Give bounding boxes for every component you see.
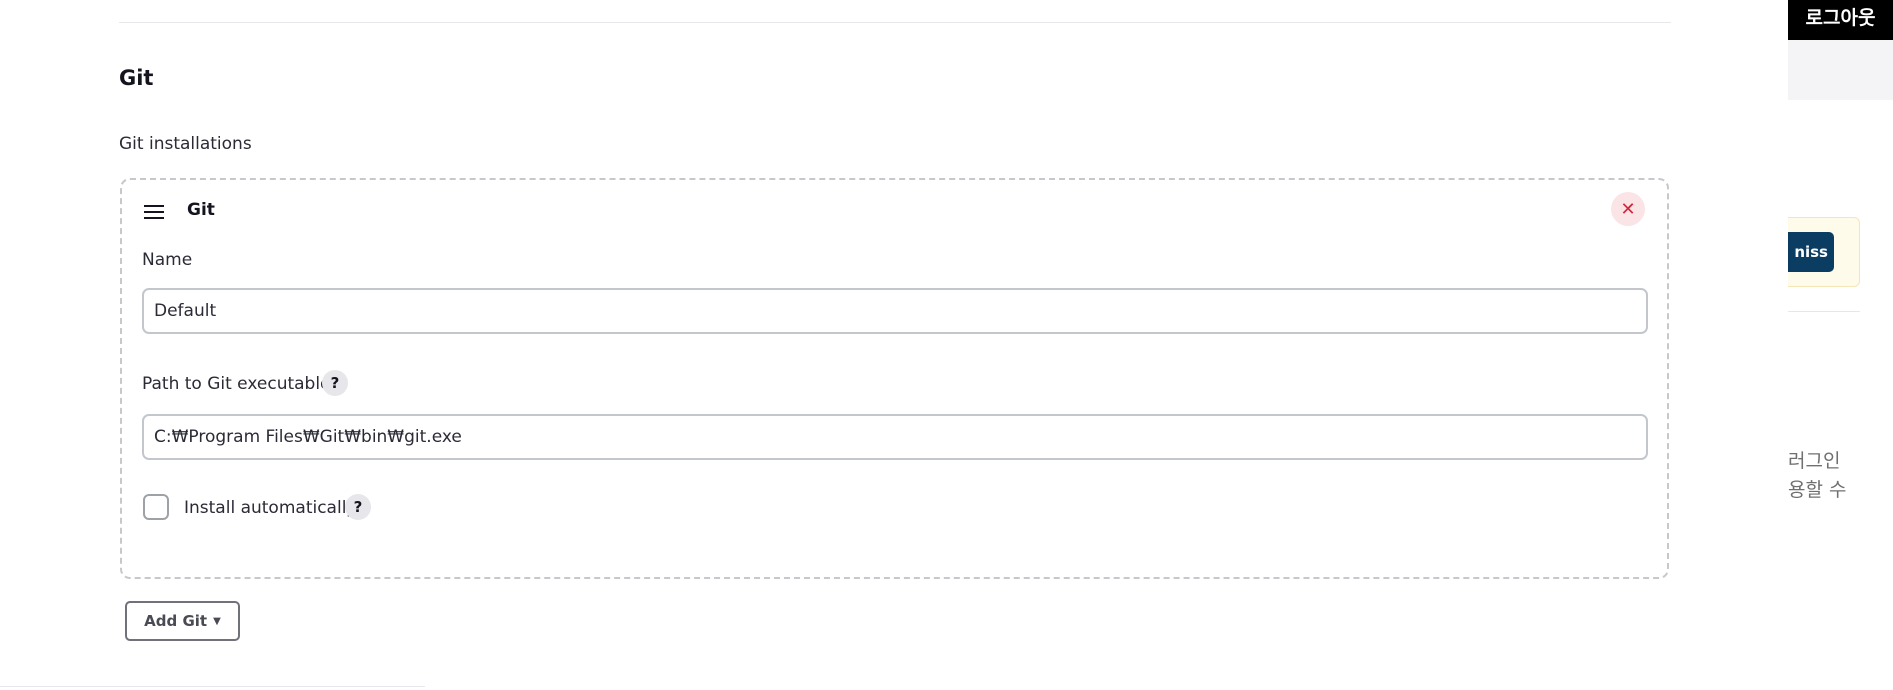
add-git-label: Add Git (144, 612, 208, 630)
name-label: Name (142, 250, 193, 270)
plugin-notice-text: 러그인 용할 수 (1788, 447, 1893, 505)
dismiss-label: niss (1794, 243, 1828, 261)
divider (0, 686, 425, 687)
dismiss-button[interactable]: niss (1788, 232, 1834, 272)
delete-installation-button[interactable]: ✕ (1611, 192, 1645, 226)
add-git-button[interactable]: Add Git ▼ (125, 601, 240, 641)
path-label: Path to Git executable (142, 374, 331, 394)
divider (1788, 311, 1860, 312)
installation-title: Git (187, 200, 215, 220)
path-input[interactable] (142, 414, 1648, 460)
install-automatically-checkbox[interactable] (143, 494, 169, 520)
divider (119, 22, 1671, 23)
name-input[interactable] (142, 288, 1648, 334)
section-title: Git (119, 66, 154, 90)
hamburger-icon[interactable] (144, 205, 164, 219)
section-subtitle: Git installations (119, 134, 252, 154)
question-icon[interactable]: ? (322, 370, 348, 396)
header-band (1788, 40, 1893, 100)
logout-button[interactable]: 로그아웃 (1788, 0, 1893, 40)
tool-configuration-page: Git Git installations Git ✕ Name Path to… (0, 0, 1893, 690)
close-icon: ✕ (1620, 198, 1636, 220)
plugin-text-line: 러그인 (1788, 450, 1841, 472)
caret-down-icon: ▼ (213, 615, 221, 627)
git-installation-card: Git ✕ Name Path to Git executable ? Inst… (120, 178, 1669, 579)
plugin-text-line: 용할 수 (1788, 479, 1847, 501)
logout-label: 로그아웃 (1805, 7, 1876, 29)
install-automatically-label: Install automatically (184, 498, 357, 518)
right-overlay-panel: 로그아웃 niss 러그인 용할 수 (1788, 0, 1893, 690)
question-icon[interactable]: ? (345, 494, 371, 520)
